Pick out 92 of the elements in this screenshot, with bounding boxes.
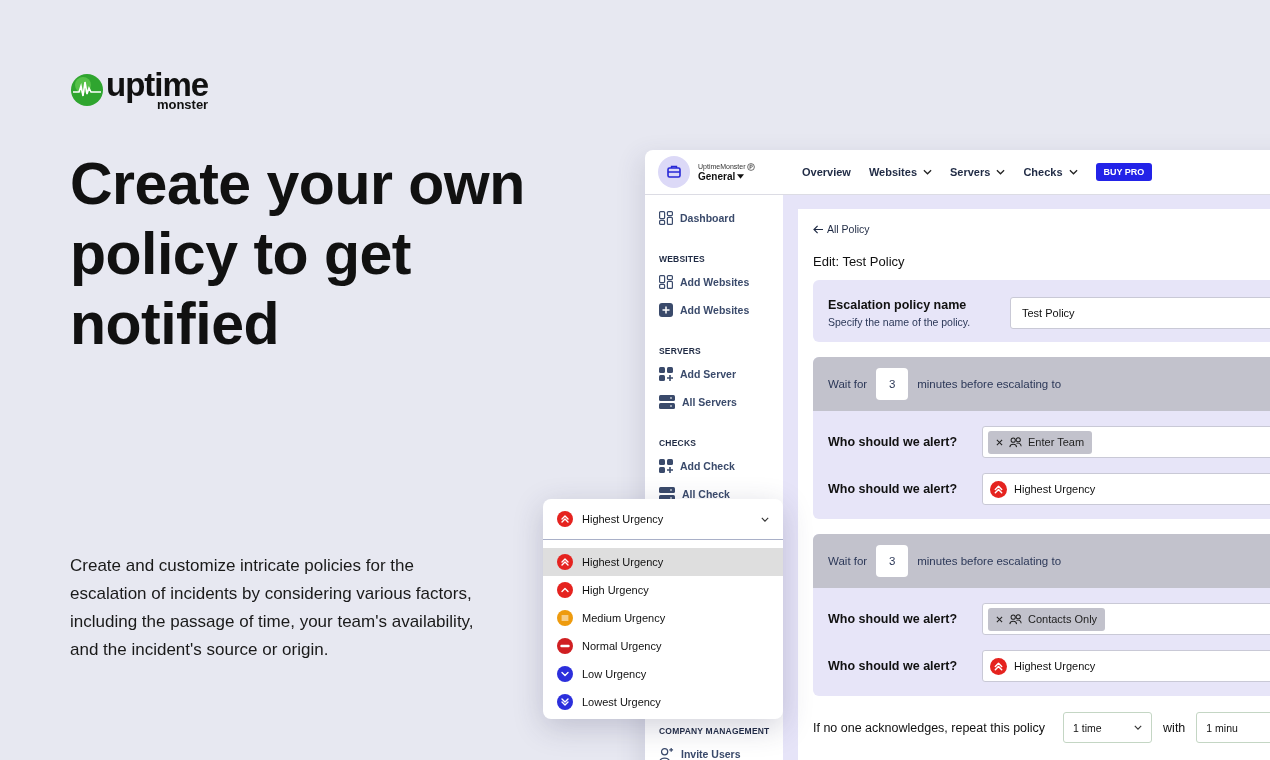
sidebar-item-label: Add Check <box>680 460 735 472</box>
repeat-interval-select[interactable]: 1 minu <box>1196 712 1270 743</box>
field-label: Who should we alert? <box>828 435 959 449</box>
grid-add-icon <box>659 367 673 381</box>
repeat-count-select[interactable]: 1 time <box>1063 712 1153 743</box>
urgency-icon <box>557 638 573 654</box>
selected-value: Highest Urgency <box>582 513 665 525</box>
wait-suffix: minutes before escalating to <box>917 378 1062 390</box>
nav-item[interactable]: Servers <box>950 166 1006 178</box>
sidebar-item[interactable]: Add Websites <box>659 268 783 296</box>
sidebar-item[interactable]: All Servers <box>659 388 783 416</box>
urgency-select[interactable]: Highest Urgency <box>982 473 1270 505</box>
tag-label: Contacts Only <box>1028 613 1098 625</box>
wait-suffix: minutes before escalating to <box>917 555 1062 567</box>
sidebar-item-label: Add Server <box>680 368 737 380</box>
urgency-option[interactable]: Medium Urgency <box>543 604 783 632</box>
urgency-option[interactable]: Normal Urgency <box>543 632 783 660</box>
users-icon <box>1009 436 1022 448</box>
urgency-select[interactable]: Highest Urgency <box>982 650 1270 682</box>
urgency-icon <box>557 694 573 710</box>
recipient-tag[interactable]: Enter Team <box>988 430 1093 454</box>
sidebar-item-label: Add Websites <box>680 304 750 316</box>
logo-wordmark: uptime <box>106 68 209 101</box>
field-label: Who should we alert? <box>828 612 959 626</box>
close-icon <box>996 615 1003 623</box>
chevron-down-icon <box>1134 725 1143 730</box>
chevron-down-icon <box>761 516 769 522</box>
sidebar-section-title: SERVERS <box>659 346 702 356</box>
sidebar-item-label: Dashboard <box>680 212 735 224</box>
recipient-tag[interactable]: Contacts Only <box>988 607 1106 631</box>
headline: Create your own policy to get notified <box>70 150 526 359</box>
server-icon <box>659 395 675 409</box>
page-heading: Edit: Test Policy <box>813 254 906 269</box>
sidebar-item[interactable]: Add Websites <box>659 296 783 324</box>
sidebar-item-label: All Check <box>682 488 730 500</box>
urgency-option[interactable]: Highest Urgency <box>543 548 783 576</box>
sidebar-item[interactable]: Dashboard <box>659 204 783 232</box>
sidebar-item[interactable]: Invite Users <box>659 740 783 760</box>
urgency-icon <box>557 666 573 682</box>
nav-item[interactable]: Websites <box>868 166 932 178</box>
wait-label: Wait for <box>828 555 868 567</box>
urgency-option[interactable]: Low Urgency <box>543 660 783 688</box>
globe-logo-icon <box>70 72 104 107</box>
sidebar-section-title: WEBSITES <box>659 254 706 264</box>
users-icon <box>1009 613 1022 625</box>
sidebar-item-label: Add Websites <box>680 276 750 288</box>
tag-label: Enter Team <box>1028 436 1085 448</box>
sidebar-section-title: COMPANY MANAGEMENT <box>659 726 771 736</box>
policy-name-field[interactable]: Test Policy <box>1010 297 1270 329</box>
sidebar-item[interactable]: Add Server <box>659 360 783 388</box>
sidebar-item[interactable]: Add Check <box>659 452 783 480</box>
field-label: Who should we alert? <box>828 659 959 673</box>
nav-item[interactable]: Overview <box>802 166 851 178</box>
grid-add-icon <box>659 459 673 473</box>
urgency-icon <box>557 511 573 527</box>
urgency-value: Highest Urgency <box>1014 660 1096 672</box>
sidebar-section-title: CHECKS <box>659 438 698 448</box>
back-link[interactable]: All Policy <box>813 223 1270 235</box>
urgency-value: Highest Urgency <box>1014 483 1096 495</box>
user-plus-icon <box>659 746 674 760</box>
urgency-icon <box>990 657 1007 675</box>
field-hint: Specify the name of the policy. <box>828 316 972 328</box>
urgency-icon <box>990 480 1007 498</box>
with-label: with <box>1163 720 1186 735</box>
nav-item[interactable]: Checks <box>1023 166 1078 178</box>
sidebar-item-label: Invite Users <box>681 748 741 760</box>
urgency-option[interactable]: Lowest Urgency <box>543 688 783 716</box>
workspace-selector[interactable]: General <box>698 170 756 182</box>
recipient-field[interactable]: Contacts Only <box>982 603 1270 635</box>
minutes-field[interactable]: 3 <box>876 368 909 400</box>
sidebar-item-label: All Servers <box>682 396 737 408</box>
grid-icon <box>659 275 673 289</box>
urgency-icon <box>557 610 573 626</box>
plus-icon <box>659 303 673 317</box>
grid-icon <box>659 211 673 225</box>
registered-mark-icon <box>747 162 756 171</box>
urgency-option[interactable]: High Urgency <box>543 576 783 604</box>
arrow-left-icon <box>813 224 824 234</box>
close-icon <box>996 438 1003 446</box>
minutes-field[interactable]: 3 <box>876 545 909 577</box>
urgency-icon <box>557 554 573 570</box>
urgency-icon <box>557 582 573 598</box>
briefcase-icon <box>658 156 690 188</box>
recipient-field[interactable]: Enter Team <box>982 426 1270 458</box>
field-label: Who should we alert? <box>828 482 959 496</box>
buy-pro-button[interactable]: BUY PRO <box>1095 163 1153 181</box>
field-label: Escalation policy name <box>828 298 968 312</box>
description: Create and customize intricate policies for the escalation of incidents by considering various factors, including the passage of time, your team's availability, and the incident's source or origin. <box>70 555 475 661</box>
urgency-select[interactable]: Highest Urgency <box>543 499 783 540</box>
caret-icon <box>737 173 745 179</box>
wait-label: Wait for <box>828 378 868 390</box>
repeat-label: If no one acknowledges, repeat this policy <box>813 720 1046 735</box>
